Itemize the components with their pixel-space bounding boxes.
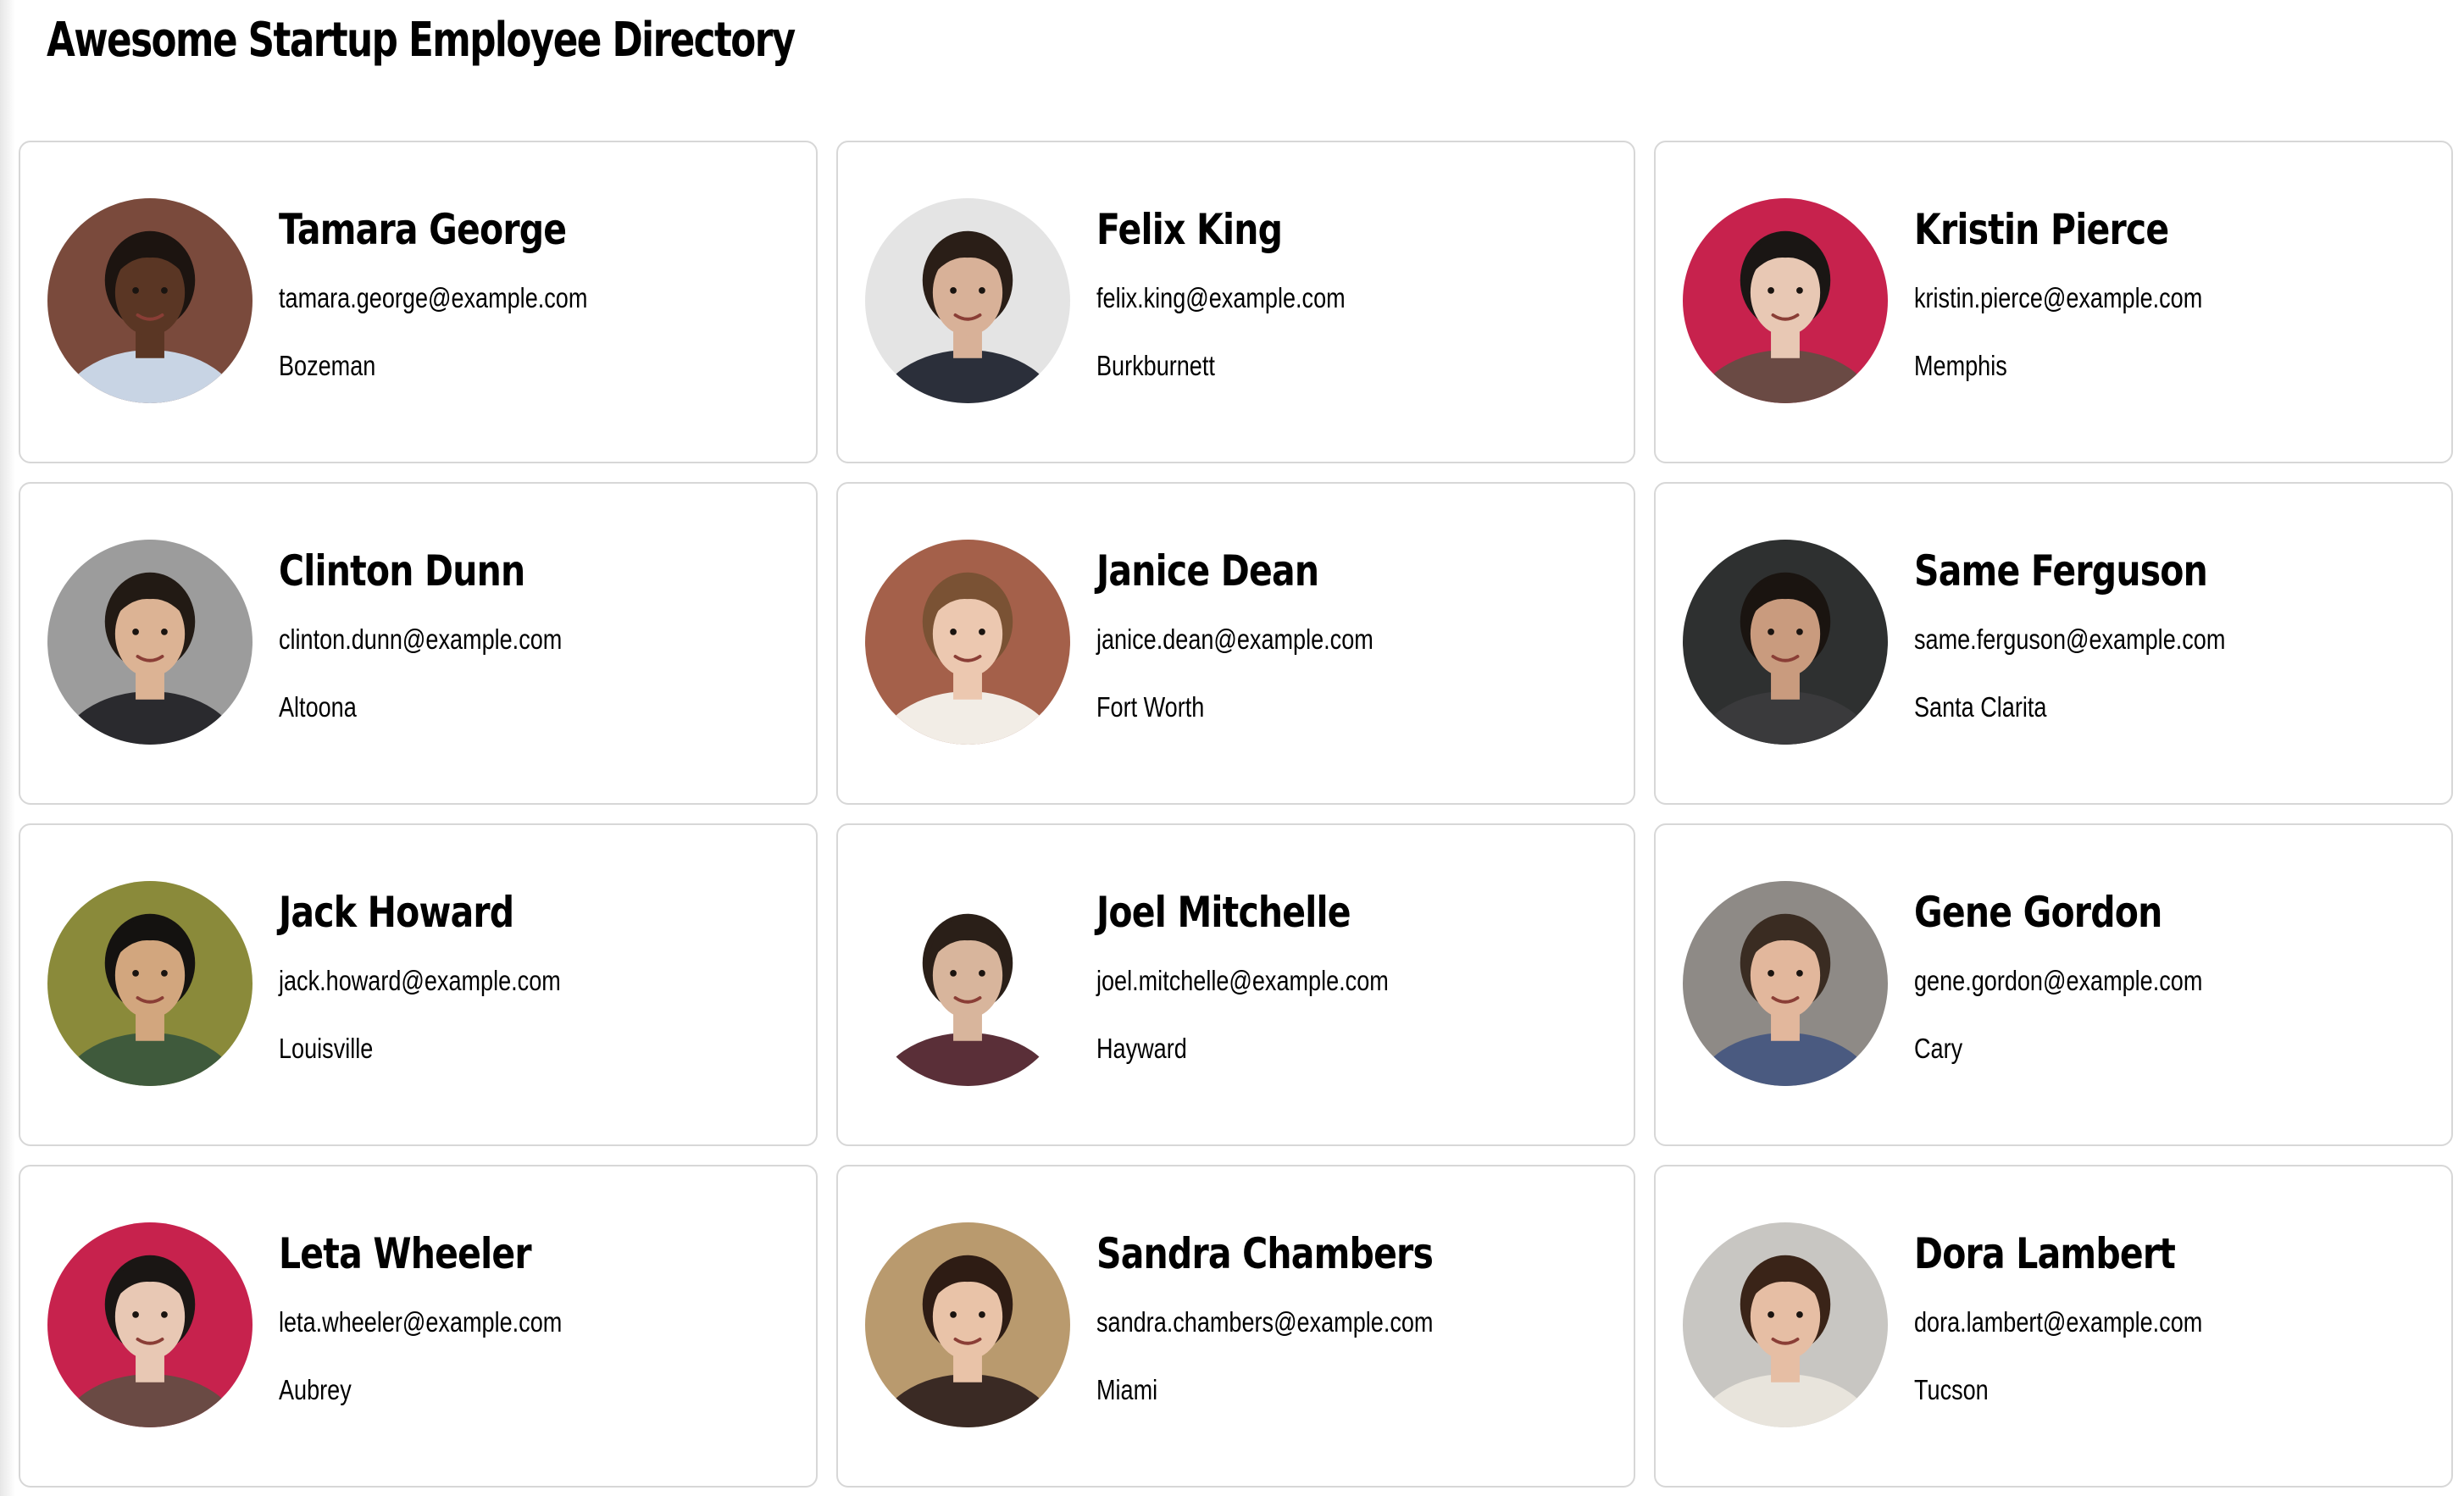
employee-name[interactable]: Leta Wheeler	[279, 1227, 709, 1280]
employee-city: Cary	[1914, 1033, 1963, 1064]
employee-card[interactable]: Joel Mitchelle joel.mitchelle@example.co…	[836, 823, 1635, 1146]
employee-name[interactable]: Gene Gordon	[1914, 886, 2345, 939]
portrait-photo	[865, 881, 1070, 1086]
portrait-photo	[47, 540, 253, 745]
page-title: Awesome Startup Employee Directory	[47, 13, 796, 68]
portrait-photo	[47, 881, 253, 1086]
employee-avatar[interactable]	[1683, 1222, 1888, 1427]
employee-city: Burkburnett	[1096, 350, 1215, 381]
employee-card[interactable]: Kristin Pierce kristin.pierce@example.co…	[1654, 141, 2453, 463]
employee-city: Miami	[1096, 1374, 1158, 1405]
employee-grid: Tamara George tamara.george@example.com …	[19, 141, 2456, 1488]
portrait-photo	[1683, 881, 1888, 1086]
employee-email: same.ferguson@example.com	[1914, 623, 2226, 655]
employee-city: Hayward	[1096, 1033, 1187, 1064]
employee-name[interactable]: Tamara George	[279, 203, 709, 256]
employee-name[interactable]: Same Ferguson	[1914, 545, 2345, 597]
employee-info: Felix King felix.king@example.com Burkbu…	[1096, 203, 1622, 383]
employee-name[interactable]: Kristin Pierce	[1914, 203, 2345, 256]
employee-card[interactable]: Leta Wheeler leta.wheeler@example.com Au…	[19, 1165, 818, 1488]
employee-avatar[interactable]	[47, 198, 253, 403]
portrait-photo	[1683, 198, 1888, 403]
employee-name[interactable]: Felix King	[1096, 203, 1527, 256]
employee-name[interactable]: Sandra Chambers	[1096, 1227, 1527, 1280]
employee-email: kristin.pierce@example.com	[1914, 282, 2203, 313]
employee-card[interactable]: Sandra Chambers sandra.chambers@example.…	[836, 1165, 1635, 1488]
employee-avatar[interactable]	[47, 881, 253, 1086]
employee-email: sandra.chambers@example.com	[1096, 1306, 1434, 1338]
employee-avatar[interactable]	[865, 1222, 1070, 1427]
employee-city: Louisville	[279, 1033, 374, 1064]
employee-card[interactable]: Jack Howard jack.howard@example.com Loui…	[19, 823, 818, 1146]
employee-info: Gene Gordon gene.gordon@example.com Cary	[1914, 886, 2439, 1066]
employee-email: clinton.dunn@example.com	[279, 623, 563, 655]
portrait-photo	[47, 1222, 253, 1427]
employee-card[interactable]: Tamara George tamara.george@example.com …	[19, 141, 818, 463]
employee-info: Leta Wheeler leta.wheeler@example.com Au…	[279, 1227, 804, 1407]
employee-name[interactable]: Dora Lambert	[1914, 1227, 2345, 1280]
employee-avatar[interactable]	[1683, 881, 1888, 1086]
portrait-photo	[865, 1222, 1070, 1427]
employee-info: Dora Lambert dora.lambert@example.com Tu…	[1914, 1227, 2439, 1407]
employee-email: joel.mitchelle@example.com	[1096, 965, 1389, 996]
employee-city: Fort Worth	[1096, 691, 1205, 723]
employee-email: felix.king@example.com	[1096, 282, 1346, 313]
employee-avatar[interactable]	[47, 540, 253, 745]
employee-city: Memphis	[1914, 350, 2007, 381]
portrait-photo	[1683, 540, 1888, 745]
employee-card[interactable]: Gene Gordon gene.gordon@example.com Cary	[1654, 823, 2453, 1146]
employee-avatar[interactable]	[1683, 540, 1888, 745]
employee-card[interactable]: Same Ferguson same.ferguson@example.com …	[1654, 482, 2453, 805]
employee-info: Sandra Chambers sandra.chambers@example.…	[1096, 1227, 1622, 1407]
employee-card[interactable]: Clinton Dunn clinton.dunn@example.com Al…	[19, 482, 818, 805]
employee-info: Jack Howard jack.howard@example.com Loui…	[279, 886, 804, 1066]
employee-email: tamara.george@example.com	[279, 282, 588, 313]
employee-info: Janice Dean janice.dean@example.com Fort…	[1096, 545, 1622, 724]
employee-info: Joel Mitchelle joel.mitchelle@example.co…	[1096, 886, 1622, 1066]
portrait-photo	[1683, 1222, 1888, 1427]
employee-city: Tucson	[1914, 1374, 1989, 1405]
employee-city: Aubrey	[279, 1374, 352, 1405]
employee-avatar[interactable]	[865, 198, 1070, 403]
portrait-photo	[47, 198, 253, 403]
employee-name[interactable]: Joel Mitchelle	[1096, 886, 1527, 939]
employee-card[interactable]: Janice Dean janice.dean@example.com Fort…	[836, 482, 1635, 805]
employee-email: gene.gordon@example.com	[1914, 965, 2203, 996]
employee-avatar[interactable]	[1683, 198, 1888, 403]
employee-name[interactable]: Clinton Dunn	[279, 545, 709, 597]
employee-card[interactable]: Dora Lambert dora.lambert@example.com Tu…	[1654, 1165, 2453, 1488]
employee-email: janice.dean@example.com	[1096, 623, 1374, 655]
employee-avatar[interactable]	[865, 881, 1070, 1086]
page-edge-shadow	[0, 0, 15, 1496]
employee-avatar[interactable]	[865, 540, 1070, 745]
employee-info: Same Ferguson same.ferguson@example.com …	[1914, 545, 2439, 724]
employee-info: Tamara George tamara.george@example.com …	[279, 203, 804, 383]
employee-email: leta.wheeler@example.com	[279, 1306, 563, 1338]
employee-city: Bozeman	[279, 350, 376, 381]
portrait-photo	[865, 540, 1070, 745]
employee-city: Santa Clarita	[1914, 691, 2047, 723]
employee-card[interactable]: Felix King felix.king@example.com Burkbu…	[836, 141, 1635, 463]
employee-info: Clinton Dunn clinton.dunn@example.com Al…	[279, 545, 804, 724]
employee-email: jack.howard@example.com	[279, 965, 561, 996]
portrait-photo	[865, 198, 1070, 403]
employee-avatar[interactable]	[47, 1222, 253, 1427]
employee-name[interactable]: Janice Dean	[1096, 545, 1527, 597]
employee-email: dora.lambert@example.com	[1914, 1306, 2203, 1338]
employee-info: Kristin Pierce kristin.pierce@example.co…	[1914, 203, 2439, 383]
employee-name[interactable]: Jack Howard	[279, 886, 709, 939]
employee-city: Altoona	[279, 691, 357, 723]
